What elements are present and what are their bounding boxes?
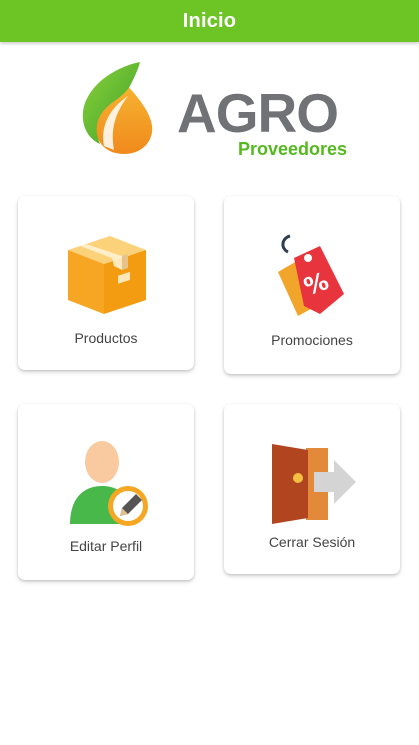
menu-card-productos[interactable]: Productos — [18, 196, 194, 370]
page-title: Inicio — [182, 9, 237, 32]
menu-label-editar-perfil: Editar Perfil — [69, 538, 143, 554]
brand-logo: AGRO Proveedores — [80, 60, 347, 158]
menu-card-promociones[interactable]: % Promociones — [224, 196, 400, 374]
brand-subtitle: Proveedores — [238, 139, 348, 159]
logout-door-icon — [272, 444, 356, 524]
user-edit-icon — [70, 441, 148, 526]
menu-card-cerrar-sesion[interactable]: Cerrar Sesión — [224, 404, 400, 574]
menu-card-editar-perfil[interactable]: Editar Perfil — [18, 404, 194, 580]
brand-name: AGRO — [177, 82, 339, 144]
app-bar: Inicio — [0, 0, 419, 42]
tag-percent-icon: % — [278, 234, 344, 316]
leaf-drop-logo-icon — [82, 62, 153, 154]
box-icon — [68, 236, 146, 314]
menu-label-productos: Productos — [74, 330, 138, 346]
menu-label-cerrar-sesion: Cerrar Sesión — [268, 534, 356, 550]
menu-label-promociones: Promociones — [271, 332, 353, 348]
